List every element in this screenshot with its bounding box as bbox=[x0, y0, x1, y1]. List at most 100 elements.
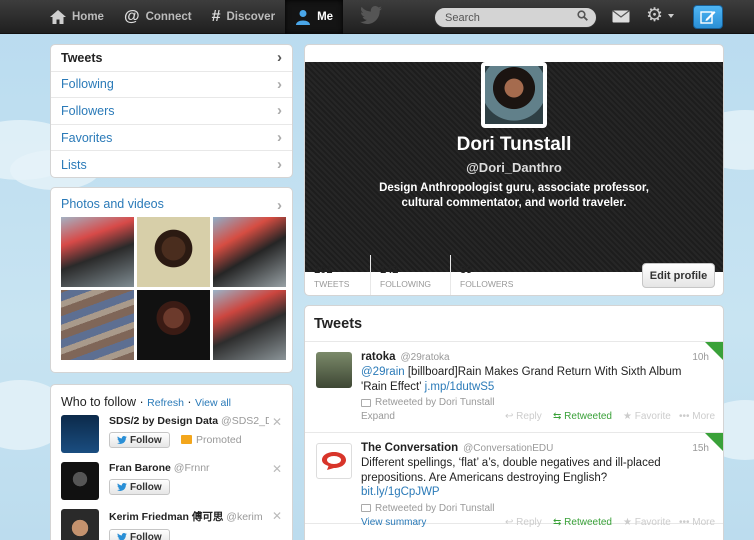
suggestion-name[interactable]: Kerim Friedman 傅可思 @kerim bbox=[109, 509, 269, 524]
avatar[interactable] bbox=[61, 415, 99, 453]
suggestion-name[interactable]: Fran Barone @Frnnr bbox=[109, 462, 269, 474]
photo-thumbnail[interactable] bbox=[137, 217, 210, 287]
follow-button[interactable]: Follow bbox=[109, 529, 170, 540]
promoted-icon bbox=[181, 435, 193, 444]
tweet-author-name[interactable]: The Conversation bbox=[361, 442, 458, 454]
tweet-actions: View summary ↩ Reply ⇆ Retweeted ★ Favor… bbox=[361, 517, 715, 528]
profile-handle: @Dori_Danthro bbox=[466, 160, 562, 175]
chevron-right-icon: › bbox=[277, 129, 282, 147]
tweets-timeline: Tweets ratoka @29ratoka 10h @29rain [bil… bbox=[304, 305, 724, 540]
nav-discover[interactable]: # Discover bbox=[202, 0, 286, 34]
photos-videos-panel: Photos and videos › bbox=[50, 187, 293, 373]
nav-me[interactable]: Me bbox=[285, 0, 344, 34]
who-to-follow-panel: Who to follow · Refresh · View all SDS/2… bbox=[50, 384, 293, 540]
profile-bio: Design Anthropologist guru, associate pr… bbox=[379, 182, 649, 209]
favorite-button[interactable]: ★ Favorite bbox=[623, 411, 679, 422]
nav-connect[interactable]: @ Connect bbox=[114, 0, 202, 34]
profile-nav-menu: Tweets › Following › Followers › Favorit… bbox=[50, 44, 293, 178]
menu-item-followers[interactable]: Followers › bbox=[51, 98, 292, 125]
more-button[interactable]: ••• More bbox=[679, 411, 723, 422]
expand-link[interactable]: Expand bbox=[361, 411, 395, 422]
menu-item-tweets[interactable]: Tweets › bbox=[51, 45, 292, 72]
photo-grid bbox=[61, 217, 286, 360]
avatar[interactable] bbox=[316, 443, 352, 479]
chevron-right-icon: › bbox=[277, 156, 282, 174]
chevron-right-icon: › bbox=[277, 197, 282, 214]
profile-name: Dori Tunstall bbox=[456, 134, 572, 155]
follow-button[interactable]: Follow bbox=[109, 479, 170, 495]
nav-home[interactable]: Home bbox=[40, 0, 114, 34]
menu-item-label: Favorites bbox=[61, 130, 113, 145]
view-all-link[interactable]: View all bbox=[195, 397, 231, 409]
more-button[interactable]: ••• More bbox=[679, 517, 723, 528]
dismiss-icon[interactable]: ✕ bbox=[272, 415, 282, 429]
suggestion-name[interactable]: SDS/2 by Design Data @SDS2_D... bbox=[109, 415, 269, 427]
menu-item-following[interactable]: Following › bbox=[51, 72, 292, 99]
dismiss-icon[interactable]: ✕ bbox=[272, 462, 282, 476]
view-summary-link[interactable]: View summary bbox=[361, 517, 426, 528]
tweet-item[interactable]: The Conversation @ConversationEDU 15h Di… bbox=[305, 433, 723, 528]
tweet-item[interactable]: ratoka @29ratoka 10h @29rain [billboard]… bbox=[305, 342, 723, 433]
video-thumbnail[interactable] bbox=[137, 290, 210, 360]
retweeted-by: Retweeted by Dori Tunstall bbox=[361, 397, 713, 408]
profile-avatar[interactable] bbox=[481, 62, 547, 128]
chevron-down-icon[interactable] bbox=[668, 14, 674, 18]
stat-count: 101 bbox=[314, 264, 333, 276]
bird-icon bbox=[117, 533, 127, 540]
stat-tweets[interactable]: 101 TWEETS bbox=[305, 255, 371, 295]
stat-count: 39 bbox=[460, 264, 473, 276]
tweet-author-handle[interactable]: @29ratoka bbox=[401, 352, 450, 363]
tweet-author-name[interactable]: ratoka bbox=[361, 351, 396, 363]
hash-icon: # bbox=[211, 8, 221, 25]
dismiss-icon[interactable]: ✕ bbox=[272, 509, 282, 523]
search-input[interactable] bbox=[434, 7, 597, 28]
stat-following[interactable]: 142 FOLLOWING bbox=[371, 255, 451, 295]
gear-icon[interactable]: ⚙ bbox=[646, 6, 663, 25]
follow-button[interactable]: Follow bbox=[109, 432, 170, 448]
photos-header[interactable]: Photos and videos › bbox=[51, 188, 292, 214]
menu-item-favorites[interactable]: Favorites › bbox=[51, 125, 292, 152]
menu-item-lists[interactable]: Lists › bbox=[51, 151, 292, 177]
avatar[interactable] bbox=[316, 352, 352, 388]
tweet-text: @29rain [billboard]Rain Makes Grand Retu… bbox=[361, 366, 682, 393]
stat-count: 142 bbox=[380, 264, 399, 276]
retweet-button[interactable]: ⇆ Retweeted bbox=[553, 411, 623, 422]
tweet-timestamp[interactable]: 15h bbox=[692, 443, 709, 454]
conversation-logo-icon bbox=[322, 452, 346, 470]
profile-card: Dori Tunstall @Dori_Danthro Design Anthr… bbox=[304, 44, 724, 296]
stat-followers[interactable]: 39 FOLLOWERS bbox=[451, 255, 541, 295]
compose-tweet-button[interactable] bbox=[693, 5, 723, 29]
reply-button[interactable]: ↩ Reply bbox=[505, 411, 553, 422]
home-icon bbox=[50, 10, 66, 24]
who-to-follow-header: Who to follow · Refresh · View all bbox=[61, 395, 232, 409]
mention-link[interactable]: @29rain bbox=[361, 366, 405, 378]
search-icon[interactable] bbox=[577, 10, 588, 21]
nav-me-label: Me bbox=[317, 11, 334, 23]
retweeted-by: Retweeted by Dori Tunstall bbox=[361, 503, 713, 514]
bird-icon bbox=[117, 483, 127, 491]
avatar[interactable] bbox=[61, 509, 99, 540]
tweet-link[interactable]: bit.ly/1gCpJWP bbox=[361, 486, 440, 498]
retweet-small-icon bbox=[361, 504, 371, 512]
bird-icon bbox=[117, 436, 127, 444]
messages-envelope-icon[interactable] bbox=[612, 10, 630, 23]
photo-thumbnail[interactable] bbox=[61, 290, 134, 360]
edit-profile-button[interactable]: Edit profile bbox=[642, 263, 715, 288]
at-icon: @ bbox=[123, 8, 140, 25]
tweet-link[interactable]: j.mp/1dutwS5 bbox=[425, 381, 495, 393]
follow-suggestion: SDS/2 by Design Data @SDS2_D... ✕ Follow… bbox=[51, 415, 292, 462]
compose-pen-icon bbox=[700, 11, 716, 24]
favorite-button[interactable]: ★ Favorite bbox=[623, 517, 679, 528]
avatar[interactable] bbox=[61, 462, 99, 500]
photo-thumbnail[interactable] bbox=[61, 217, 134, 287]
menu-item-label: Lists bbox=[61, 157, 87, 172]
tweet-author-handle[interactable]: @ConversationEDU bbox=[463, 443, 553, 454]
refresh-link[interactable]: Refresh bbox=[147, 397, 184, 409]
tweet-timestamp[interactable]: 10h bbox=[692, 352, 709, 363]
reply-button[interactable]: ↩ Reply bbox=[505, 517, 553, 528]
photo-thumbnail[interactable] bbox=[213, 217, 286, 287]
retweet-button[interactable]: ⇆ Retweeted bbox=[553, 517, 623, 528]
chevron-right-icon: › bbox=[277, 102, 282, 120]
photo-thumbnail[interactable] bbox=[213, 290, 286, 360]
bird-logo-icon bbox=[360, 6, 382, 24]
